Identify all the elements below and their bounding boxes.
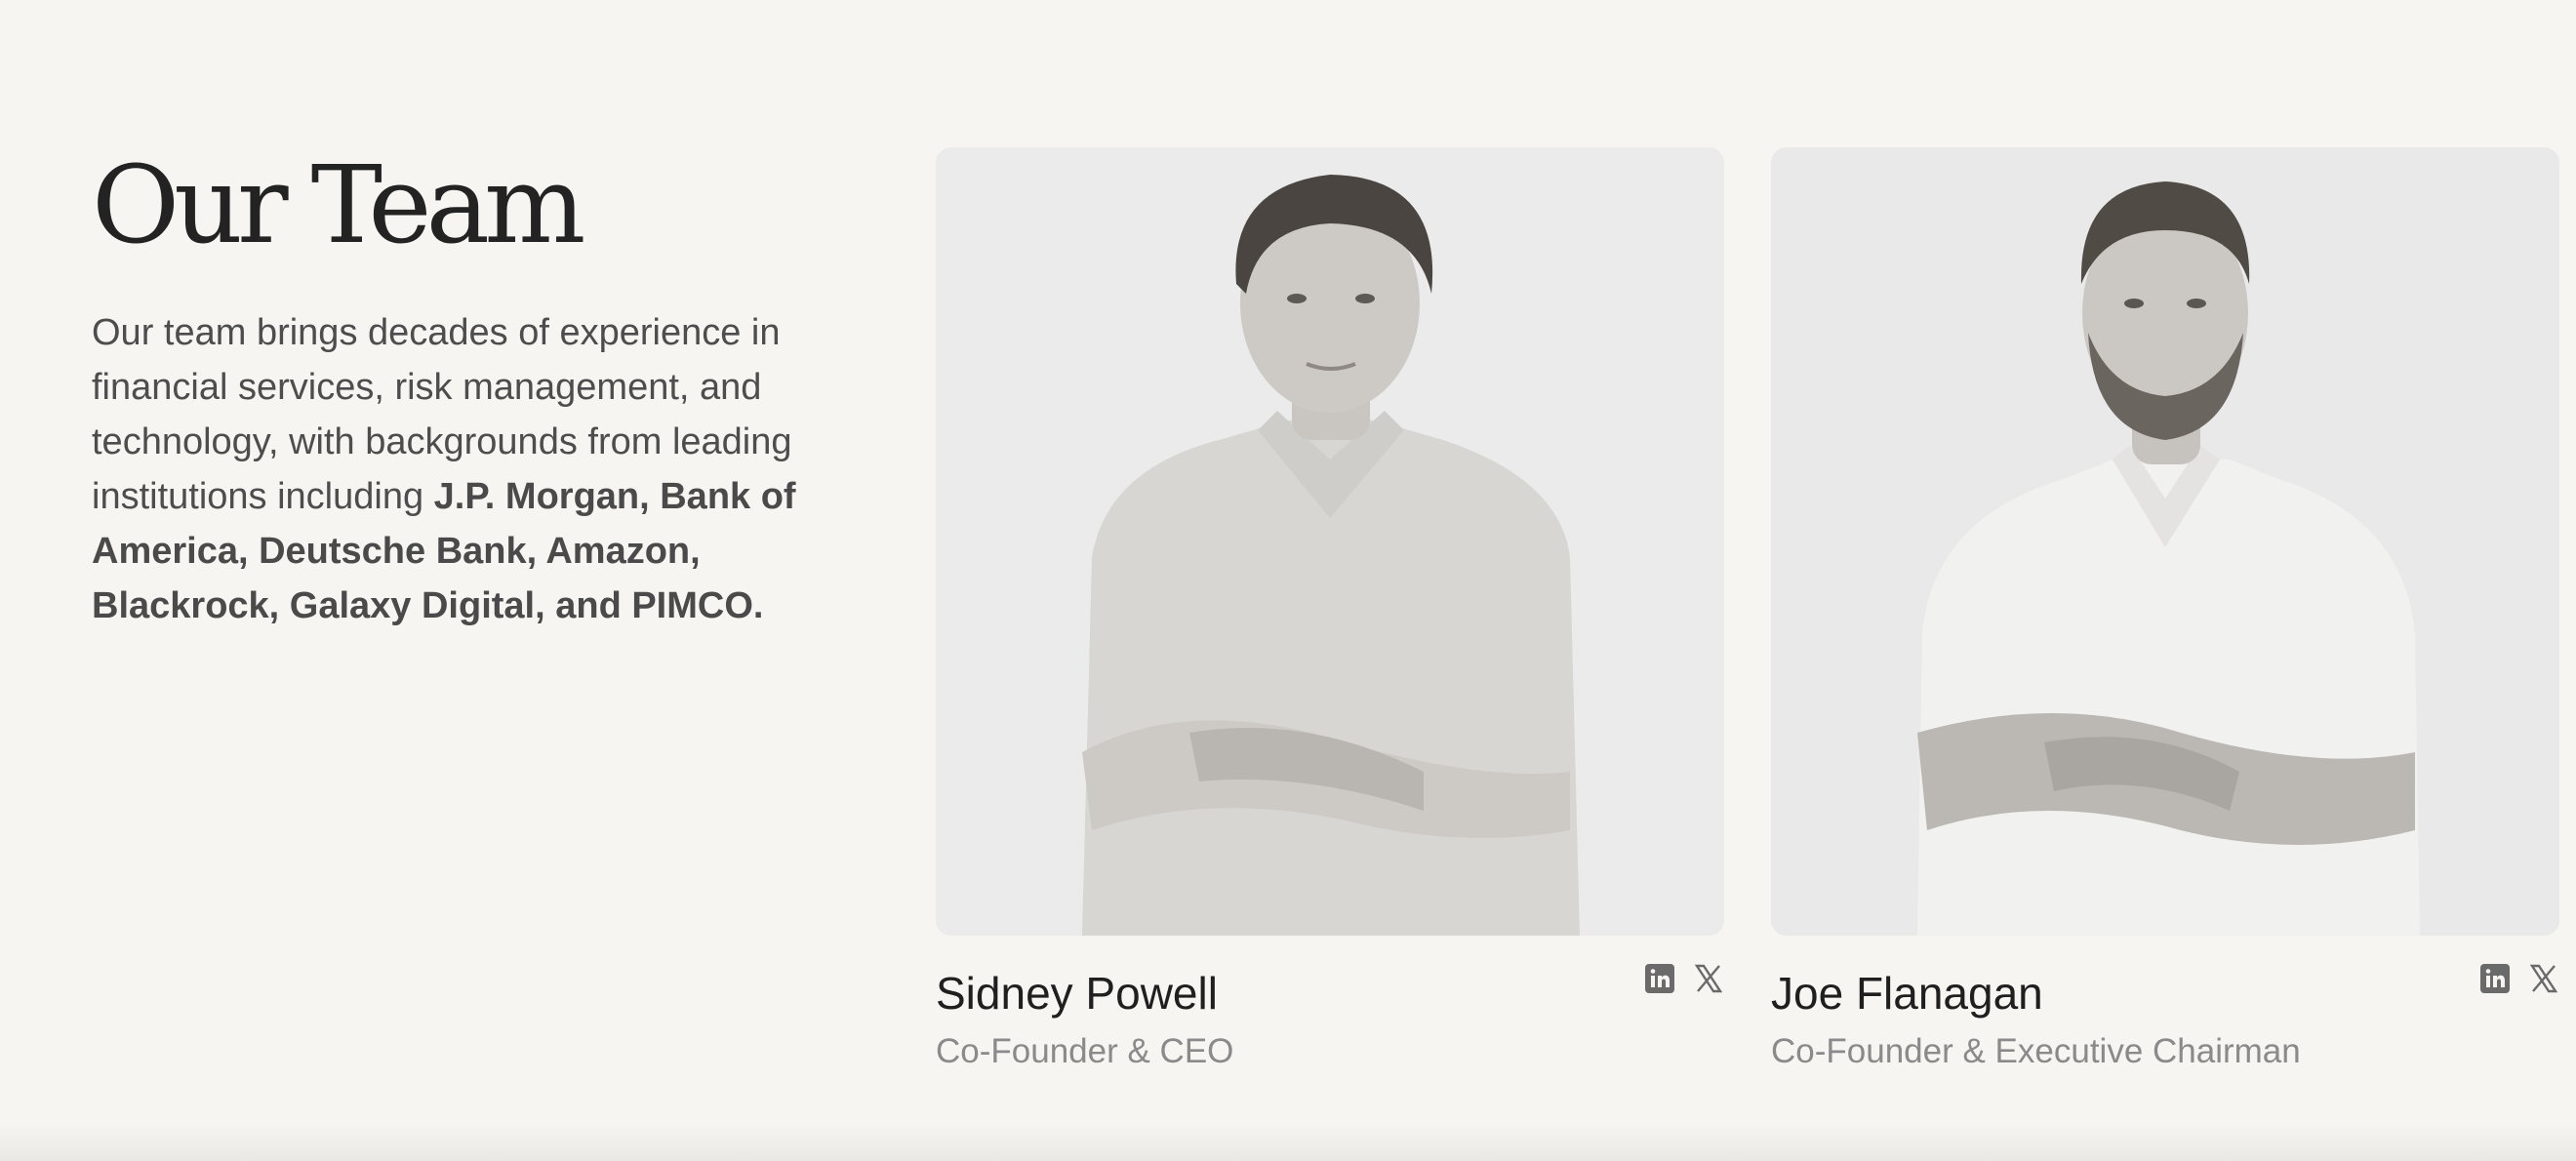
member-portrait bbox=[1771, 147, 2559, 936]
team-member-card: Sidney Powell Co-Founder & CEO bbox=[936, 147, 1724, 1071]
team-member-card: Joe Flanagan Co-Founder & Executive Chai… bbox=[1771, 147, 2559, 1071]
member-role: Co-Founder & CEO bbox=[936, 1031, 1234, 1070]
member-role: Co-Founder & Executive Chairman bbox=[1771, 1031, 2301, 1070]
linkedin-icon[interactable] bbox=[1644, 963, 1675, 994]
section-title: Our Team bbox=[92, 142, 585, 267]
member-socials bbox=[2479, 963, 2559, 994]
section-description: Our team brings decades of experience in… bbox=[92, 305, 892, 633]
member-name: Sidney Powell bbox=[936, 968, 1218, 1019]
x-icon[interactable] bbox=[1693, 963, 1724, 994]
member-info: Joe Flanagan Co-Founder & Executive Chai… bbox=[1771, 964, 2559, 1071]
member-portrait bbox=[936, 147, 1724, 936]
team-intro: Our Team Our team brings decades of expe… bbox=[92, 146, 892, 633]
x-icon[interactable] bbox=[2528, 963, 2559, 994]
member-photo bbox=[1771, 147, 2559, 936]
member-name: Joe Flanagan bbox=[1771, 968, 2043, 1019]
team-section: Our Team Our team brings decades of expe… bbox=[0, 0, 2576, 1161]
member-info: Sidney Powell Co-Founder & CEO bbox=[936, 964, 1724, 1071]
bottom-fade bbox=[0, 1124, 2576, 1161]
member-socials bbox=[1644, 963, 1724, 994]
linkedin-icon[interactable] bbox=[2479, 963, 2511, 994]
member-photo bbox=[936, 147, 1724, 936]
